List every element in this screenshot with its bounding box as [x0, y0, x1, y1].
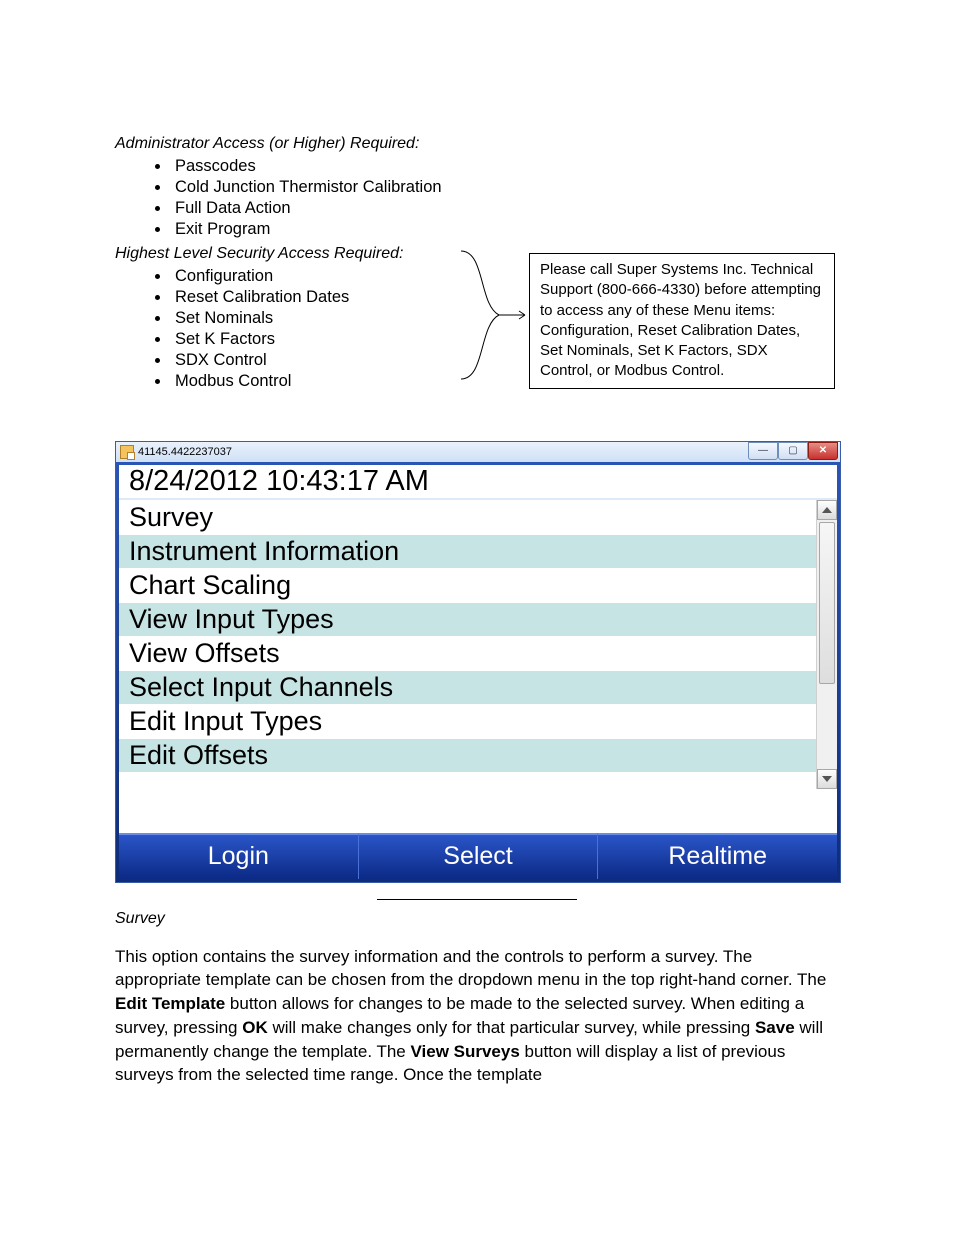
bottom-button-bar: Login Select Realtime	[119, 833, 837, 879]
list-item: Set Nominals	[171, 309, 455, 328]
highest-security-heading: Highest Level Security Access Required:	[115, 245, 455, 263]
close-button[interactable]: ✕	[808, 442, 838, 460]
menu-item-chart-scaling[interactable]: Chart Scaling	[119, 568, 817, 602]
scroll-down-button[interactable]	[817, 769, 837, 789]
view-surveys-label: View Surveys	[410, 1042, 519, 1061]
realtime-button[interactable]: Realtime	[597, 833, 837, 879]
vertical-scrollbar[interactable]	[816, 500, 837, 789]
login-button[interactable]: Login	[119, 833, 358, 879]
list-item: Set K Factors	[171, 330, 455, 349]
ok-label: OK	[242, 1018, 268, 1037]
support-callout: Please call Super Systems Inc. Technical…	[529, 253, 835, 389]
text: This option contains the survey informat…	[115, 947, 826, 990]
window-title: 41145.4422237037	[138, 446, 232, 458]
list-item: Cold Junction Thermistor Calibration	[171, 178, 839, 197]
admin-access-list: Passcodes Cold Junction Thermistor Calib…	[115, 157, 839, 239]
survey-body: This option contains the survey informat…	[115, 945, 839, 1088]
maximize-button[interactable]: ▢	[778, 442, 808, 460]
list-item: SDX Control	[171, 351, 455, 370]
menu-item-survey[interactable]: Survey	[119, 500, 817, 534]
menu-item-partial[interactable]	[119, 772, 817, 789]
list-item: Exit Program	[171, 220, 839, 239]
select-button[interactable]: Select	[358, 833, 598, 879]
horizontal-rule	[377, 899, 577, 900]
brace-connector	[455, 245, 529, 390]
menu-list-container: Survey Instrument Information Chart Scal…	[119, 500, 837, 789]
titlebar[interactable]: 41145.4422237037 — ▢ ✕	[116, 442, 840, 462]
menu-list: Survey Instrument Information Chart Scal…	[119, 500, 837, 789]
text: will make changes only for that particul…	[268, 1018, 755, 1037]
list-item: Passcodes	[171, 157, 839, 176]
highest-security-list: Configuration Reset Calibration Dates Se…	[115, 267, 455, 391]
survey-heading: Survey	[115, 910, 839, 928]
edit-template-label: Edit Template	[115, 994, 225, 1013]
list-item: Full Data Action	[171, 199, 839, 218]
scroll-thumb[interactable]	[819, 522, 835, 684]
brace-icon	[455, 245, 529, 385]
app-window: 41145.4422237037 — ▢ ✕ 8/24/2012 10:43:1…	[115, 441, 841, 883]
save-label: Save	[755, 1018, 795, 1037]
admin-access-heading: Administrator Access (or Higher) Require…	[115, 135, 839, 153]
menu-item-instrument-information[interactable]: Instrument Information	[119, 534, 817, 568]
menu-item-view-offsets[interactable]: View Offsets	[119, 636, 817, 670]
datetime-display: 8/24/2012 10:43:17 AM	[119, 465, 837, 500]
menu-item-view-input-types[interactable]: View Input Types	[119, 602, 817, 636]
list-item: Configuration	[171, 267, 455, 286]
list-item: Modbus Control	[171, 372, 455, 391]
list-item: Reset Calibration Dates	[171, 288, 455, 307]
form-icon	[120, 445, 134, 459]
menu-item-select-input-channels[interactable]: Select Input Channels	[119, 670, 817, 704]
menu-item-edit-offsets[interactable]: Edit Offsets	[119, 738, 817, 772]
minimize-button[interactable]: —	[748, 442, 778, 460]
scroll-up-button[interactable]	[817, 500, 837, 520]
menu-item-edit-input-types[interactable]: Edit Input Types	[119, 704, 817, 738]
